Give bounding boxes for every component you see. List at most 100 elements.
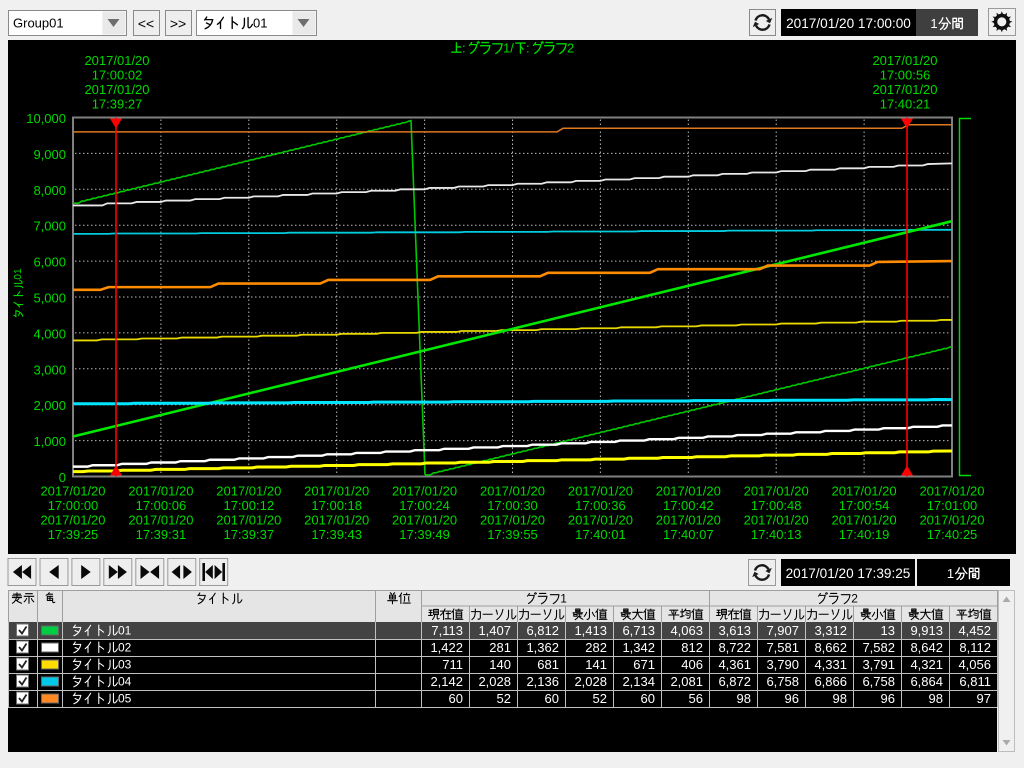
svg-text:02: 02 [118, 641, 132, 655]
svg-text:4,361: 4,361 [718, 657, 751, 672]
svg-text:3,613: 3,613 [718, 623, 751, 638]
svg-text:1,422: 1,422 [430, 640, 463, 655]
svg-text:2,028: 2,028 [478, 674, 511, 689]
svg-text:7,582: 7,582 [862, 640, 895, 655]
svg-text:98: 98 [929, 691, 943, 706]
svg-text:17:40:19: 17:40:19 [839, 527, 890, 542]
svg-text:01: 01 [118, 624, 132, 638]
svg-text:2017/01/20: 2017/01/20 [216, 513, 281, 528]
svg-text:2017/01/20: 2017/01/20 [304, 513, 369, 528]
svg-text:17:00:00: 17:00:00 [48, 498, 99, 513]
svg-text:2,000: 2,000 [33, 398, 66, 413]
svg-text:4,321: 4,321 [910, 657, 943, 672]
svg-text:2017/01/20: 2017/01/20 [568, 484, 633, 499]
svg-text:17:00:06: 17:00:06 [136, 498, 187, 513]
svg-text:7,581: 7,581 [766, 640, 799, 655]
svg-text:17:39:55: 17:39:55 [487, 527, 538, 542]
svg-text:2017/01/20: 2017/01/20 [744, 484, 809, 499]
svg-text:97: 97 [977, 691, 991, 706]
svg-text:2017/01/20: 2017/01/20 [919, 484, 984, 499]
svg-text:4,063: 4,063 [670, 623, 703, 638]
svg-text:01: 01 [253, 16, 267, 31]
svg-text:2017/01/20: 2017/01/20 [568, 513, 633, 528]
svg-text:2: 2 [851, 592, 858, 606]
svg-text:7,113: 7,113 [431, 623, 463, 638]
svg-text:17:39:49: 17:39:49 [399, 527, 450, 542]
svg-text:8,000: 8,000 [33, 183, 66, 198]
svg-text:13: 13 [881, 623, 895, 638]
svg-text:8,112: 8,112 [959, 640, 991, 655]
svg-text:2017/01/20: 2017/01/20 [304, 484, 369, 499]
svg-text:17:00:02: 17:00:02 [92, 68, 143, 83]
svg-text:3,000: 3,000 [33, 362, 66, 377]
svg-text:406: 406 [681, 657, 703, 672]
svg-text:2,028: 2,028 [574, 674, 607, 689]
svg-text:17:00:48: 17:00:48 [751, 498, 802, 513]
svg-text:671: 671 [633, 657, 655, 672]
svg-text:60: 60 [545, 691, 559, 706]
svg-text:Group01: Group01 [13, 16, 64, 31]
svg-text:52: 52 [593, 691, 607, 706]
svg-text:17:39:27: 17:39:27 [92, 97, 143, 112]
svg-text:05: 05 [118, 692, 132, 706]
svg-text:1,413: 1,413 [574, 623, 607, 638]
svg-text:3,312: 3,312 [814, 623, 847, 638]
svg-text:2,142: 2,142 [430, 674, 463, 689]
svg-text:5,000: 5,000 [33, 291, 66, 306]
svg-text:17:40:07: 17:40:07 [663, 527, 714, 542]
svg-text:96: 96 [881, 691, 895, 706]
svg-text:2,081: 2,081 [670, 674, 703, 689]
svg-text:17:00:42: 17:00:42 [663, 498, 714, 513]
svg-text:17:00:18: 17:00:18 [311, 498, 362, 513]
svg-text:2: 2 [567, 41, 574, 56]
svg-text:2017/01/20: 2017/01/20 [480, 513, 545, 528]
svg-text:4,000: 4,000 [33, 326, 66, 341]
svg-text:2017/01/20 17:00:00: 2017/01/20 17:00:00 [786, 16, 911, 31]
svg-text:2017/01/20: 2017/01/20 [832, 513, 897, 528]
svg-text:2017/01/20: 2017/01/20 [392, 513, 457, 528]
svg-text:6,864: 6,864 [910, 674, 943, 689]
svg-text:1: 1 [560, 592, 567, 606]
svg-text:140: 140 [489, 657, 511, 672]
svg-text:17:00:12: 17:00:12 [223, 498, 274, 513]
svg-text:1/: 1/ [503, 41, 514, 56]
svg-text:17:39:31: 17:39:31 [136, 527, 187, 542]
svg-text:281: 281 [489, 640, 511, 655]
svg-text:2017/01/20 17:39:25: 2017/01/20 17:39:25 [786, 566, 911, 581]
svg-text:<<: << [138, 16, 154, 32]
svg-text:6,758: 6,758 [766, 674, 799, 689]
svg-text:8,642: 8,642 [910, 640, 943, 655]
svg-text:2017/01/20: 2017/01/20 [744, 513, 809, 528]
svg-text:2017/01/20: 2017/01/20 [84, 82, 149, 97]
svg-text:04: 04 [118, 675, 132, 689]
svg-text:4,452: 4,452 [958, 623, 991, 638]
svg-text:812: 812 [681, 640, 703, 655]
svg-text:1,342: 1,342 [622, 640, 655, 655]
svg-text:3,790: 3,790 [766, 657, 799, 672]
svg-text:56: 56 [689, 691, 703, 706]
svg-text:2017/01/20: 2017/01/20 [392, 484, 457, 499]
svg-text:2017/01/20: 2017/01/20 [84, 53, 149, 68]
svg-text::: : [526, 41, 530, 56]
svg-text:17:40:21: 17:40:21 [880, 97, 931, 112]
svg-text:98: 98 [833, 691, 847, 706]
svg-text:4,056: 4,056 [958, 657, 991, 672]
svg-text:2017/01/20: 2017/01/20 [872, 82, 937, 97]
svg-text:2017/01/20: 2017/01/20 [128, 513, 193, 528]
svg-text:>>: >> [170, 16, 186, 32]
svg-text:2017/01/20: 2017/01/20 [656, 484, 721, 499]
svg-text:96: 96 [785, 691, 799, 706]
svg-text:2017/01/20: 2017/01/20 [128, 484, 193, 499]
svg-text:17:39:25: 17:39:25 [48, 527, 99, 542]
svg-text:98: 98 [737, 691, 751, 706]
svg-text:2017/01/20: 2017/01/20 [216, 484, 281, 499]
svg-text:2017/01/20: 2017/01/20 [656, 513, 721, 528]
svg-text:9,913: 9,913 [910, 623, 943, 638]
svg-text:6,811: 6,811 [959, 674, 991, 689]
svg-text:10,000: 10,000 [26, 111, 66, 126]
svg-text:681: 681 [537, 657, 559, 672]
svg-text:2017/01/20: 2017/01/20 [872, 53, 937, 68]
svg-text:2017/01/20: 2017/01/20 [40, 513, 105, 528]
svg-text:6,758: 6,758 [862, 674, 895, 689]
svg-text:6,713: 6,713 [622, 623, 655, 638]
